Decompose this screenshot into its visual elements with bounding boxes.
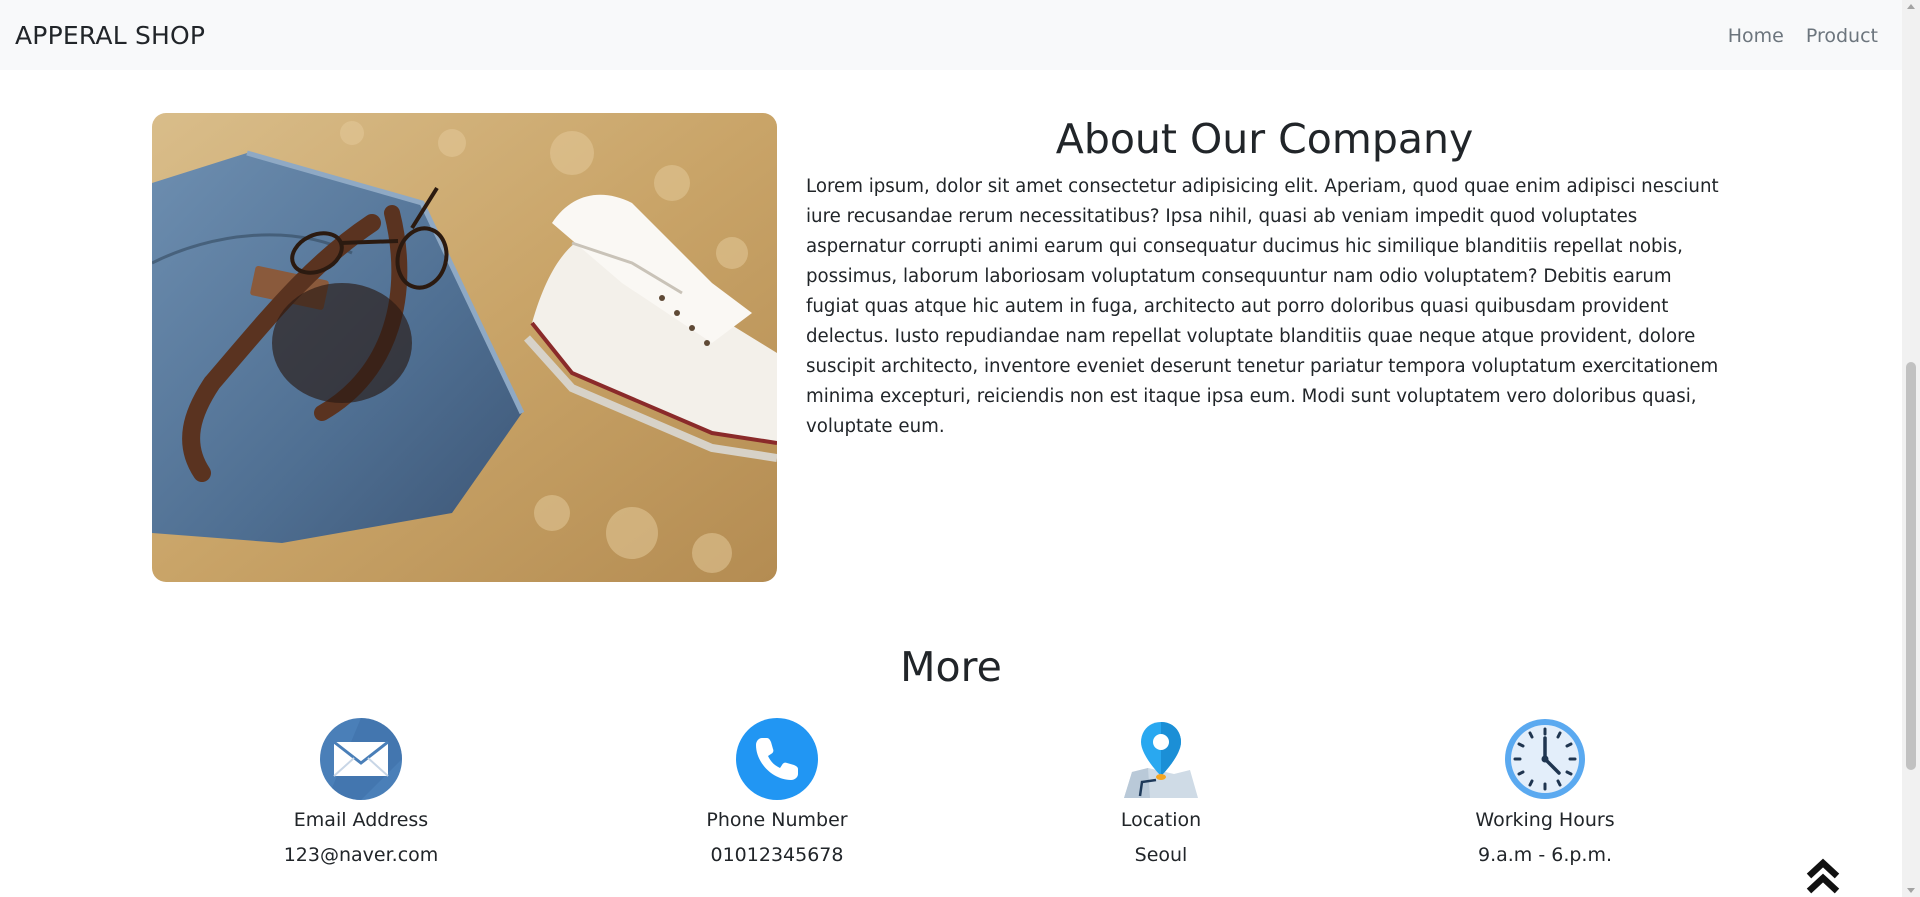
more-title: More <box>900 643 1002 691</box>
info-email: Email Address 123@naver.com <box>211 718 511 868</box>
scroll-up-icon[interactable] <box>1907 4 1915 9</box>
map-pin-icon <box>1124 722 1198 798</box>
about-title: About Our Company <box>1055 115 1474 163</box>
phone-value: 01012345678 <box>710 844 844 866</box>
brand-logo[interactable]: APPERAL SHOP <box>15 21 205 50</box>
location-value: Seoul <box>1134 844 1188 866</box>
email-label: Email Address <box>293 809 429 831</box>
envelope-icon <box>320 718 402 800</box>
phone-icon <box>736 718 818 800</box>
nav-link-home[interactable]: Home <box>1728 25 1784 47</box>
working-hours-value: 9.a.m - 6.p.m. <box>1477 844 1613 866</box>
vertical-scrollbar[interactable] <box>1902 0 1920 897</box>
navbar: APPERAL SHOP Home Product <box>0 0 1902 70</box>
about-image <box>152 113 777 582</box>
info-location: Location Seoul <box>1011 718 1311 868</box>
location-label: Location <box>1120 809 1202 831</box>
info-working-hours: Working Hours 9.a.m - 6.p.m. <box>1395 718 1695 868</box>
scroll-to-top-icon[interactable] <box>1806 858 1840 896</box>
working-hours-label: Working Hours <box>1475 809 1615 831</box>
scroll-down-icon[interactable] <box>1907 888 1915 893</box>
phone-label: Phone Number <box>706 809 848 831</box>
info-phone: Phone Number 01012345678 <box>627 718 927 868</box>
nav-link-product[interactable]: Product <box>1806 25 1878 47</box>
email-value: 123@naver.com <box>283 844 439 866</box>
nav-links: Home Product <box>1728 25 1878 47</box>
about-text: Lorem ipsum, dolor sit amet consectetur … <box>806 176 1719 437</box>
clock-icon <box>1505 719 1585 799</box>
scrollbar-thumb[interactable] <box>1906 362 1916 770</box>
